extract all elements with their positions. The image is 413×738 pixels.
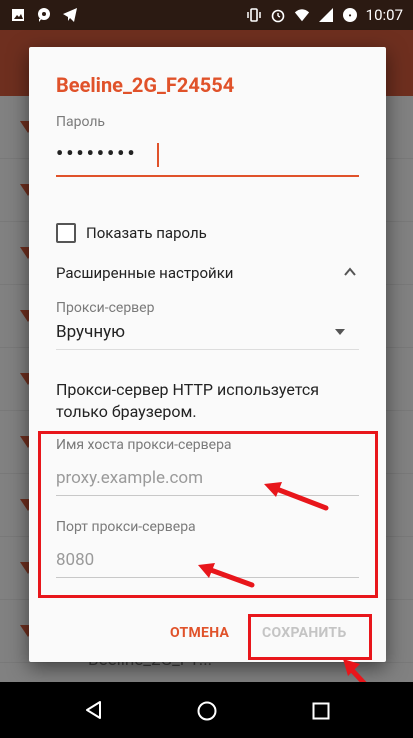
save-button-highlight bbox=[248, 614, 372, 660]
proxy-label: Прокси-сервер bbox=[56, 300, 155, 316]
dropdown-arrow-icon[interactable] bbox=[335, 329, 345, 335]
password-field[interactable]: •••••••• bbox=[56, 141, 359, 177]
wifi-icon bbox=[294, 7, 310, 23]
cancel-button[interactable]: ОТМЕНА bbox=[170, 625, 229, 641]
proxy-select[interactable]: Вручную bbox=[56, 322, 125, 342]
alarm-icon bbox=[270, 7, 286, 23]
proxy-note: Прокси-сервер HTTP используется только б… bbox=[56, 380, 319, 421]
advanced-settings-label[interactable]: Расширенные настройки bbox=[56, 264, 233, 282]
password-value: •••••••• bbox=[56, 141, 138, 165]
dialog-title: Beeline_2G_F24554 bbox=[56, 73, 235, 97]
divider bbox=[56, 349, 359, 350]
battery-icon: • bbox=[342, 7, 358, 23]
home-icon[interactable] bbox=[196, 700, 218, 722]
status-bar: • 10:07 bbox=[0, 0, 413, 30]
svg-text:•: • bbox=[348, 11, 351, 20]
text-cursor bbox=[157, 143, 159, 167]
arrow-to-host-icon bbox=[264, 482, 329, 511]
arrow-to-port-icon bbox=[198, 563, 255, 588]
back-icon[interactable] bbox=[84, 700, 104, 720]
chat-icon bbox=[36, 7, 52, 23]
show-password-checkbox[interactable] bbox=[56, 223, 76, 243]
password-label: Пароль bbox=[56, 114, 106, 130]
recents-icon[interactable] bbox=[311, 701, 331, 721]
signal-icon bbox=[318, 7, 334, 23]
telegram-icon bbox=[62, 7, 78, 23]
navigation-bar bbox=[0, 682, 413, 738]
status-time: 10:07 bbox=[365, 6, 403, 24]
chevron-up-icon[interactable] bbox=[343, 265, 357, 279]
show-password-label[interactable]: Показать пароль bbox=[86, 224, 207, 242]
vibrate-icon bbox=[246, 7, 262, 23]
image-icon bbox=[10, 7, 26, 23]
